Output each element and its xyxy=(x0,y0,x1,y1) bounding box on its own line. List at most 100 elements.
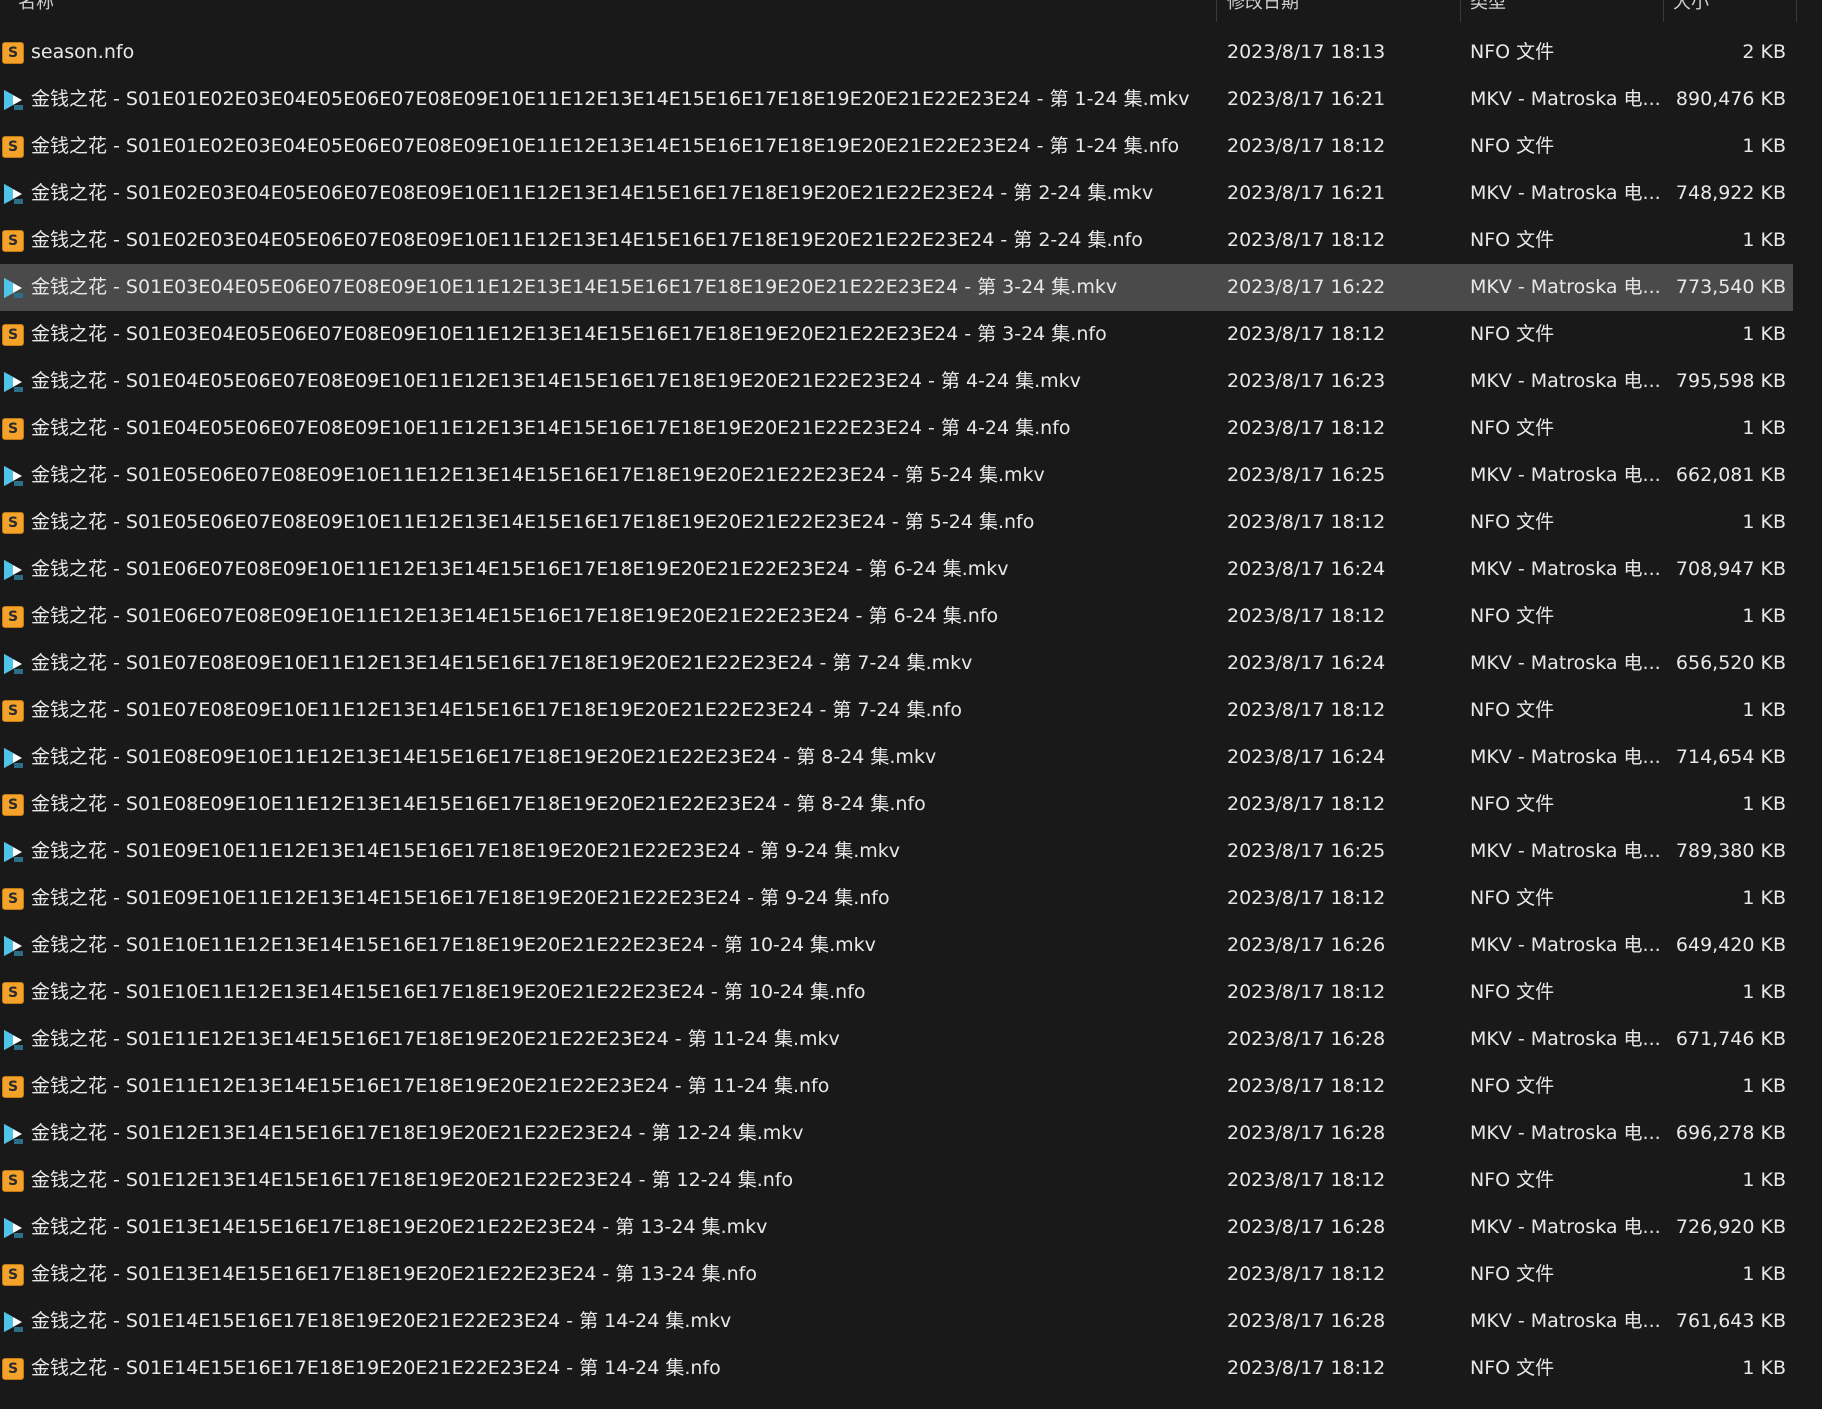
column-divider[interactable] xyxy=(1796,0,1797,22)
file-name: 金钱之花 - S01E01E02E03E04E05E06E07E08E09E10… xyxy=(31,135,1180,157)
file-modified-date: 2023/8/17 16:28 xyxy=(1227,1216,1386,1238)
file-type: NFO 文件 xyxy=(1470,1263,1555,1285)
file-size: 1 KB xyxy=(1742,135,1786,157)
file-row[interactable]: 金钱之花 - S01E11E12E13E14E15E16E17E18E19E20… xyxy=(0,1063,1793,1110)
file-type: MKV - Matroska 电... xyxy=(1470,276,1660,298)
mkv-file-icon xyxy=(2,89,24,111)
mkv-file-icon xyxy=(2,371,24,393)
column-header: 名称 修改日期 类型 大小 xyxy=(0,0,1822,22)
file-row[interactable]: 金钱之花 - S01E13E14E15E16E17E18E19E20E21E22… xyxy=(0,1204,1793,1251)
file-type: NFO 文件 xyxy=(1470,417,1555,439)
file-row[interactable]: 金钱之花 - S01E01E02E03E04E05E06E07E08E09E10… xyxy=(0,123,1793,170)
file-row[interactable]: 金钱之花 - S01E13E14E15E16E17E18E19E20E21E22… xyxy=(0,1251,1793,1298)
column-divider[interactable] xyxy=(1460,0,1461,22)
nfo-file-icon xyxy=(2,418,24,440)
file-size: 1 KB xyxy=(1742,1263,1786,1285)
file-size: 662,081 KB xyxy=(1675,464,1786,486)
file-name: 金钱之花 - S01E13E14E15E16E17E18E19E20E21E22… xyxy=(31,1216,768,1238)
file-row[interactable]: 金钱之花 - S01E12E13E14E15E16E17E18E19E20E21… xyxy=(0,1157,1793,1204)
file-modified-date: 2023/8/17 16:23 xyxy=(1227,370,1386,392)
column-header-name[interactable]: 名称 xyxy=(18,0,218,22)
file-row[interactable]: 金钱之花 - S01E06E07E08E09E10E11E12E13E14E15… xyxy=(0,593,1793,640)
file-row[interactable]: 金钱之花 - S01E07E08E09E10E11E12E13E14E15E16… xyxy=(0,687,1793,734)
nfo-file-icon xyxy=(2,136,24,158)
file-modified-date: 2023/8/17 18:12 xyxy=(1227,511,1386,533)
file-row[interactable]: 金钱之花 - S01E03E04E05E06E07E08E09E10E11E12… xyxy=(0,264,1793,311)
file-name: 金钱之花 - S01E02E03E04E05E06E07E08E09E10E11… xyxy=(31,182,1154,204)
file-modified-date: 2023/8/17 18:12 xyxy=(1227,981,1386,1003)
mkv-file-icon xyxy=(2,1029,24,1051)
file-row[interactable]: 金钱之花 - S01E01E02E03E04E05E06E07E08E09E10… xyxy=(0,76,1793,123)
file-name: 金钱之花 - S01E11E12E13E14E15E16E17E18E19E20… xyxy=(31,1075,830,1097)
file-modified-date: 2023/8/17 16:21 xyxy=(1227,182,1386,204)
file-type: MKV - Matroska 电... xyxy=(1470,1216,1660,1238)
column-divider[interactable] xyxy=(1216,0,1217,22)
file-row[interactable]: 金钱之花 - S01E10E11E12E13E14E15E16E17E18E19… xyxy=(0,922,1793,969)
file-modified-date: 2023/8/17 16:25 xyxy=(1227,840,1386,862)
file-row[interactable]: 金钱之花 - S01E05E06E07E08E09E10E11E12E13E14… xyxy=(0,499,1793,546)
file-row[interactable]: 金钱之花 - S01E12E13E14E15E16E17E18E19E20E21… xyxy=(0,1110,1793,1157)
nfo-file-icon xyxy=(2,512,24,534)
file-name: 金钱之花 - S01E07E08E09E10E11E12E13E14E15E16… xyxy=(31,699,962,721)
file-name: 金钱之花 - S01E12E13E14E15E16E17E18E19E20E21… xyxy=(31,1122,804,1144)
file-row[interactable]: 金钱之花 - S01E02E03E04E05E06E07E08E09E10E11… xyxy=(0,217,1793,264)
file-type: MKV - Matroska 电... xyxy=(1470,652,1660,674)
file-row[interactable]: 金钱之花 - S01E08E09E10E11E12E13E14E15E16E17… xyxy=(0,734,1793,781)
file-name: 金钱之花 - S01E03E04E05E06E07E08E09E10E11E12… xyxy=(31,276,1118,298)
file-row[interactable]: 金钱之花 - S01E08E09E10E11E12E13E14E15E16E17… xyxy=(0,781,1793,828)
file-type: NFO 文件 xyxy=(1470,981,1555,1003)
file-row[interactable]: 金钱之花 - S01E14E15E16E17E18E19E20E21E22E23… xyxy=(0,1345,1793,1392)
nfo-file-icon xyxy=(2,888,24,910)
column-header-size[interactable]: 大小 xyxy=(1673,0,1783,22)
file-row[interactable]: 金钱之花 - S01E09E10E11E12E13E14E15E16E17E18… xyxy=(0,875,1793,922)
mkv-file-icon xyxy=(2,559,24,581)
nfo-file-icon xyxy=(2,230,24,252)
file-type: NFO 文件 xyxy=(1470,511,1555,533)
file-modified-date: 2023/8/17 16:21 xyxy=(1227,88,1386,110)
file-modified-date: 2023/8/17 16:28 xyxy=(1227,1028,1386,1050)
file-name: 金钱之花 - S01E03E04E05E06E07E08E09E10E11E12… xyxy=(31,323,1107,345)
file-modified-date: 2023/8/17 18:12 xyxy=(1227,1169,1386,1191)
mkv-file-icon xyxy=(2,465,24,487)
column-header-type[interactable]: 类型 xyxy=(1470,0,1650,22)
file-row[interactable]: 金钱之花 - S01E04E05E06E07E08E09E10E11E12E13… xyxy=(0,405,1793,452)
file-size: 1 KB xyxy=(1742,887,1786,909)
file-modified-date: 2023/8/17 18:12 xyxy=(1227,1357,1386,1379)
nfo-file-icon xyxy=(2,1264,24,1286)
file-row[interactable]: 金钱之花 - S01E07E08E09E10E11E12E13E14E15E16… xyxy=(0,640,1793,687)
column-divider[interactable] xyxy=(1663,0,1664,22)
file-row[interactable]: 金钱之花 - S01E05E06E07E08E09E10E11E12E13E14… xyxy=(0,452,1793,499)
file-name: season.nfo xyxy=(31,41,135,63)
mkv-file-icon xyxy=(2,935,24,957)
file-row[interactable]: 金钱之花 - S01E11E12E13E14E15E16E17E18E19E20… xyxy=(0,1016,1793,1063)
file-modified-date: 2023/8/17 18:12 xyxy=(1227,699,1386,721)
mkv-file-icon xyxy=(2,841,24,863)
file-row[interactable]: season.nfo 2023/8/17 18:13 NFO 文件 2 KB xyxy=(0,29,1793,76)
file-modified-date: 2023/8/17 16:24 xyxy=(1227,652,1386,674)
file-type: NFO 文件 xyxy=(1470,135,1555,157)
file-name: 金钱之花 - S01E09E10E11E12E13E14E15E16E17E18… xyxy=(31,840,901,862)
file-size: 1 KB xyxy=(1742,417,1786,439)
file-name: 金钱之花 - S01E10E11E12E13E14E15E16E17E18E19… xyxy=(31,981,866,1003)
file-row[interactable]: 金钱之花 - S01E06E07E08E09E10E11E12E13E14E15… xyxy=(0,546,1793,593)
file-row[interactable]: 金钱之花 - S01E03E04E05E06E07E08E09E10E11E12… xyxy=(0,311,1793,358)
file-name: 金钱之花 - S01E04E05E06E07E08E09E10E11E12E13… xyxy=(31,417,1071,439)
file-row[interactable]: 金钱之花 - S01E02E03E04E05E06E07E08E09E10E11… xyxy=(0,170,1793,217)
file-row[interactable]: 金钱之花 - S01E10E11E12E13E14E15E16E17E18E19… xyxy=(0,969,1793,1016)
file-size: 773,540 KB xyxy=(1675,276,1786,298)
file-row[interactable]: 金钱之花 - S01E04E05E06E07E08E09E10E11E12E13… xyxy=(0,358,1793,405)
file-name: 金钱之花 - S01E09E10E11E12E13E14E15E16E17E18… xyxy=(31,887,890,909)
file-name: 金钱之花 - S01E11E12E13E14E15E16E17E18E19E20… xyxy=(31,1028,840,1050)
file-type: NFO 文件 xyxy=(1470,323,1555,345)
file-row[interactable]: 金钱之花 - S01E09E10E11E12E13E14E15E16E17E18… xyxy=(0,828,1793,875)
file-name: 金钱之花 - S01E14E15E16E17E18E19E20E21E22E23… xyxy=(31,1357,721,1379)
nfo-file-icon xyxy=(2,794,24,816)
file-row[interactable]: 金钱之花 - S01E14E15E16E17E18E19E20E21E22E23… xyxy=(0,1298,1793,1345)
file-type: MKV - Matroska 电... xyxy=(1470,464,1660,486)
file-name: 金钱之花 - S01E02E03E04E05E06E07E08E09E10E11… xyxy=(31,229,1143,251)
file-modified-date: 2023/8/17 18:12 xyxy=(1227,887,1386,909)
column-header-date[interactable]: 修改日期 xyxy=(1227,0,1447,22)
nfo-file-icon xyxy=(2,1076,24,1098)
file-name: 金钱之花 - S01E04E05E06E07E08E09E10E11E12E13… xyxy=(31,370,1081,392)
file-modified-date: 2023/8/17 16:22 xyxy=(1227,276,1386,298)
